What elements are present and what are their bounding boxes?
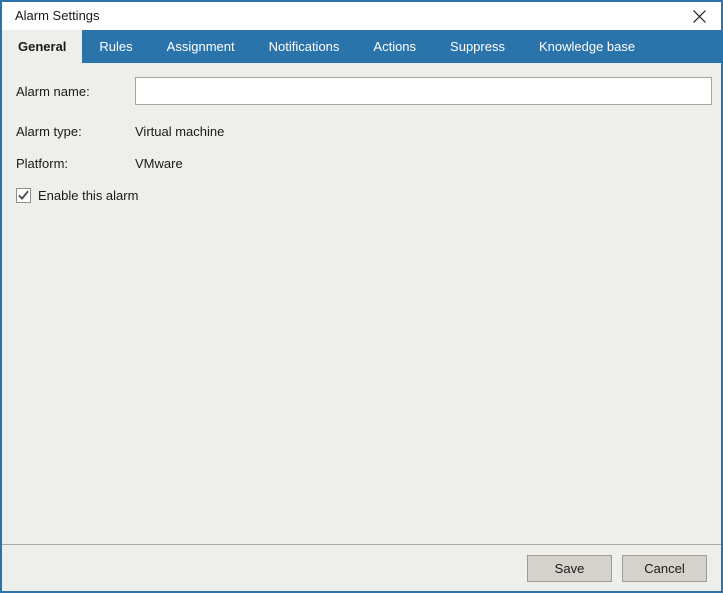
platform-row: Platform: VMware [16, 153, 712, 175]
enable-alarm-checkbox[interactable] [16, 188, 31, 203]
alarm-name-row: Alarm name: [16, 77, 712, 105]
tab-suppress[interactable]: Suppress [433, 30, 522, 63]
tab-assignment-label: Assignment [166, 39, 235, 54]
dialog-footer: Save Cancel [2, 544, 721, 591]
alarm-name-input[interactable] [135, 77, 712, 105]
enable-alarm-checkbox-row[interactable]: Enable this alarm [16, 188, 138, 203]
alarm-settings-dialog: Alarm Settings General Rules Assignment … [0, 0, 723, 593]
alarm-type-value: Virtual machine [135, 124, 225, 139]
tab-notifications[interactable]: Notifications [252, 30, 357, 63]
cancel-button[interactable]: Cancel [622, 554, 707, 582]
tab-rules-label: Rules [99, 39, 133, 54]
close-button[interactable] [677, 2, 721, 30]
alarm-type-row: Alarm type: Virtual machine [16, 121, 712, 143]
alarm-name-label: Alarm name: [16, 84, 90, 99]
tab-rules[interactable]: Rules [82, 30, 149, 63]
general-tab-panel: Alarm name: Alarm type: Virtual machine … [2, 63, 721, 544]
tab-knowledge-base[interactable]: Knowledge base [522, 30, 652, 63]
platform-value: VMware [135, 156, 183, 171]
title-bar: Alarm Settings [2, 2, 721, 30]
close-icon [692, 9, 707, 24]
tab-actions-label: Actions [373, 39, 417, 54]
tab-bar: General Rules Assignment Notifications A… [2, 30, 721, 63]
alarm-type-label: Alarm type: [16, 124, 82, 139]
tab-assignment[interactable]: Assignment [150, 30, 252, 63]
window-title: Alarm Settings [15, 8, 100, 23]
tab-actions[interactable]: Actions [356, 30, 433, 63]
tab-general-label: General [18, 39, 67, 54]
platform-label: Platform: [16, 156, 69, 171]
tab-general[interactable]: General [2, 30, 83, 63]
save-button[interactable]: Save [527, 554, 612, 582]
enable-alarm-label: Enable this alarm [38, 188, 139, 203]
tab-notifications-label: Notifications [268, 39, 340, 54]
tab-suppress-label: Suppress [450, 39, 505, 54]
tab-knowledge-base-label: Knowledge base [538, 39, 636, 54]
